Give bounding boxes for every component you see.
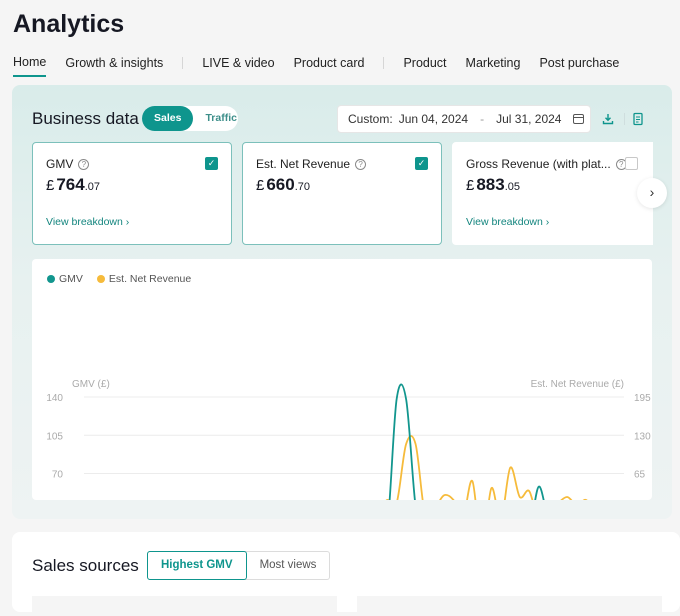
card-value: £883.05 (466, 175, 521, 194)
date-end: Jul 31, 2024 (496, 112, 562, 126)
sales-sources-panel: Sales sources Highest GMV Most views (12, 532, 680, 616)
date-range-label: Custom: (348, 112, 393, 126)
sales-sources-tabs: Highest GMV Most views (147, 551, 331, 580)
card-title: Gross Revenue (with plat... (466, 157, 611, 171)
tab-highest-gmv[interactable]: Highest GMV (147, 551, 247, 580)
card-title: Est. Net Revenue (256, 157, 351, 171)
icon-divider (624, 113, 625, 125)
tab-divider (182, 57, 184, 69)
view-breakdown-link[interactable]: View breakdown › (466, 216, 549, 228)
cards-overflow: Gross Revenue (with plat...? £883.05 Vie… (452, 142, 653, 247)
sales-source-card (32, 596, 337, 616)
tab-divider (383, 57, 385, 69)
sales-traffic-toggle: Sales Traffic (142, 106, 238, 131)
line-chart: GMV (£)Est. Net Revenue (£)0-65350706510… (46, 379, 651, 500)
checkbox-checked[interactable]: ✓ (205, 157, 218, 170)
sales-sources-title: Sales sources (32, 556, 139, 575)
help-icon[interactable]: ? (78, 158, 90, 170)
right-axis-label: Est. Net Revenue (£) (531, 379, 624, 390)
download-icon[interactable] (601, 112, 615, 126)
business-data-panel: Business data Sales Traffic Custom: Jun … (12, 85, 672, 519)
tab-most-views[interactable]: Most views (247, 552, 330, 579)
left-tick-label: 140 (46, 393, 63, 404)
toggle-sales[interactable]: Sales (142, 106, 194, 131)
tab-live-video[interactable]: LIVE & video (202, 56, 274, 76)
metric-card-gross-revenue[interactable]: Gross Revenue (with plat...? £883.05 Vie… (452, 142, 653, 245)
card-value: £660.70 (256, 175, 311, 194)
left-tick-label: 70 (52, 470, 64, 481)
business-data-title: Business data (32, 109, 139, 128)
date-start: Jun 04, 2024 (398, 112, 469, 126)
toggle-traffic[interactable]: Traffic (193, 106, 249, 131)
metric-card-net-revenue[interactable]: Est. Net Revenue? ✓ £660.70 (242, 142, 442, 245)
help-icon[interactable]: ? (355, 158, 367, 170)
tab-marketing[interactable]: Marketing (466, 56, 521, 76)
left-tick-label: 105 (46, 431, 63, 442)
tab-post-purchase[interactable]: Post purchase (539, 56, 619, 76)
tab-home[interactable]: Home (13, 55, 47, 77)
view-breakdown-link[interactable]: View breakdown › (46, 216, 129, 228)
tab-growth-insights[interactable]: Growth & insights (65, 56, 163, 76)
metric-card-gmv[interactable]: GMV? ✓ £764.07 View breakdown › (32, 142, 232, 245)
checkbox-unchecked[interactable] (625, 157, 638, 170)
sales-source-card (357, 596, 662, 616)
calendar-icon (573, 114, 585, 124)
tab-product-card[interactable]: Product card (294, 56, 365, 76)
date-separator: - (480, 112, 485, 126)
report-icon[interactable] (631, 112, 645, 126)
date-range-picker[interactable]: Custom: Jun 04, 2024 - Jul 31, 2024 (337, 105, 591, 133)
next-cards-button[interactable]: › (637, 178, 667, 208)
analytics-tabs: Home Growth & insights LIVE & video Product… (13, 55, 638, 77)
tab-product[interactable]: Product (403, 56, 446, 76)
right-tick-label: 195 (634, 393, 651, 404)
card-title: GMV (46, 157, 74, 171)
right-tick-label: 130 (634, 431, 651, 442)
chart-container: GMV Est. Net Revenue GMV (£) Est. Net Rev… (32, 259, 652, 500)
series-line-net-revenue (385, 435, 588, 500)
card-value: £764.07 (46, 175, 101, 194)
right-tick-label: 65 (634, 470, 646, 481)
checkbox-checked[interactable]: ✓ (415, 157, 428, 170)
left-axis-label: GMV (£) (72, 379, 110, 390)
page-title: Analytics (13, 10, 125, 38)
series-line-gmv (388, 383, 545, 500)
